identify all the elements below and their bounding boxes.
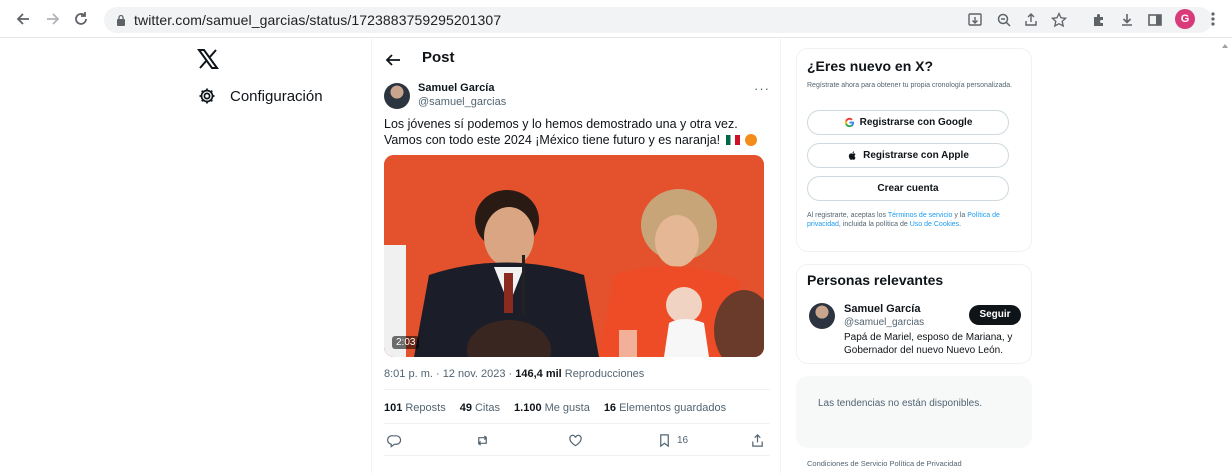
signup-card: ¿Eres nuevo en X? Regístrate ahora para … (796, 48, 1032, 252)
back-arrow-icon[interactable] (384, 52, 402, 68)
address-bar[interactable]: twitter.com/samuel_garcias/status/172388… (104, 7, 1212, 33)
install-app-icon[interactable] (966, 11, 984, 29)
settings-label: Configuración (230, 87, 323, 105)
divider (384, 389, 770, 390)
relevant-bio: Papá de Mariel, esposo de Mariana, y Gob… (844, 332, 1013, 356)
signup-apple-button[interactable]: Registrarse con Apple (807, 143, 1009, 168)
reload-icon[interactable] (72, 10, 90, 28)
bookmark-count: 16 (677, 434, 689, 446)
views-count: 146,4 mil (515, 368, 562, 380)
orange-emoji (745, 134, 758, 146)
create-account-button[interactable]: Crear cuenta (807, 176, 1009, 201)
create-account-label: Crear cuenta (877, 183, 939, 194)
post-actions: 16 (372, 432, 782, 454)
bookmark-icon (660, 433, 669, 447)
avatar[interactable] (809, 303, 835, 329)
google-label: Registrarse con Google (859, 117, 973, 128)
scrollbar-up-arrow[interactable] (1222, 44, 1228, 48)
gear-icon (198, 87, 216, 105)
divider (384, 423, 770, 424)
like-heart-icon[interactable] (568, 432, 583, 448)
x-logo-icon[interactable] (197, 49, 219, 69)
divider (384, 455, 770, 456)
video-player[interactable]: 2:03 (384, 155, 764, 357)
zoom-icon[interactable] (995, 11, 1013, 29)
bookmark-button[interactable]: 16 (657, 432, 688, 448)
post-column: Post Samuel García @samuel_garcias ··· L… (371, 39, 781, 473)
reply-icon[interactable] (387, 432, 402, 448)
profile-avatar[interactable]: G (1175, 9, 1195, 29)
reposts-stat[interactable]: 101 Reposts (384, 402, 446, 414)
cookies-link[interactable]: Uso de Cookies (910, 221, 959, 228)
browser-toolbar: twitter.com/samuel_garcias/status/172388… (0, 0, 1232, 38)
signup-google-button[interactable]: Registrarse con Google (807, 110, 1009, 135)
follow-button[interactable]: Seguir (969, 305, 1021, 325)
trends-message: Las tendencias no están disponibles. (818, 398, 983, 409)
post-stats: 101 Reposts 49 Citas 1.100 Me gusta 16 Eleme… (384, 402, 726, 414)
extensions-icon[interactable] (1090, 11, 1108, 29)
post-time-date: 8:01 p. m. · 12 nov. 2023 · (384, 368, 516, 380)
relevant-handle[interactable]: @samuel_garcias (844, 317, 924, 328)
side-panel-icon[interactable] (1146, 11, 1164, 29)
url-text[interactable]: twitter.com/samuel_garcias/status/172388… (134, 12, 501, 28)
terms-link[interactable]: Términos de servicio (888, 212, 953, 219)
share-icon[interactable] (1022, 11, 1040, 29)
bookmarks-stat[interactable]: 16 Elementos guardados (604, 402, 726, 414)
relevant-title: Personas relevantes (807, 272, 944, 288)
more-options-icon[interactable]: ··· (754, 81, 770, 96)
video-frame (384, 155, 764, 357)
views-label: Reproducciones (561, 368, 645, 380)
relevant-people-card: Personas relevantes Samuel García @samue… (796, 264, 1032, 364)
author-avatar[interactable] (384, 83, 410, 109)
lock-icon[interactable] (116, 14, 126, 26)
forward-arrow-icon[interactable] (44, 10, 62, 28)
likes-stat[interactable]: 1.100 Me gusta (514, 402, 590, 414)
footer-links[interactable]: Condiciones de Servicio Política de Priv… (807, 459, 962, 468)
tweet-body: Los jóvenes sí podemos y lo hemos demost… (384, 117, 738, 147)
bookmark-star-icon[interactable] (1050, 11, 1068, 29)
relevant-name[interactable]: Samuel García (844, 303, 920, 315)
trends-card: Las tendencias no están disponibles. (796, 376, 1032, 448)
tweet-text: Los jóvenes sí podemos y lo hemos demost… (384, 116, 770, 148)
apple-icon (848, 151, 856, 160)
signup-title: ¿Eres nuevo en X? (807, 58, 934, 74)
share-icon[interactable] (750, 432, 765, 448)
repost-icon[interactable] (475, 432, 490, 448)
legal-text: Al registrarte, aceptas los Términos de … (807, 212, 1000, 228)
apple-label: Registrarse con Apple (863, 150, 969, 161)
post-timestamp[interactable]: 8:01 p. m. · 12 nov. 2023 · 146,4 mil Re… (384, 368, 644, 380)
author-handle[interactable]: @samuel_garcias (418, 96, 506, 108)
settings-link[interactable]: Configuración (198, 86, 323, 106)
signup-subtitle: Regístrate ahora para obtener tu propia … (807, 82, 1013, 89)
download-icon[interactable] (1118, 11, 1136, 29)
mexico-flag-emoji (725, 135, 740, 145)
page-title: Post (422, 49, 455, 66)
author-name[interactable]: Samuel García (418, 82, 494, 94)
video-duration: 2:03 (392, 336, 420, 349)
back-arrow-icon[interactable] (14, 10, 32, 28)
browser-menu-icon[interactable] (1211, 10, 1215, 28)
google-icon (844, 117, 854, 128)
quotes-stat[interactable]: 49 Citas (460, 402, 500, 414)
